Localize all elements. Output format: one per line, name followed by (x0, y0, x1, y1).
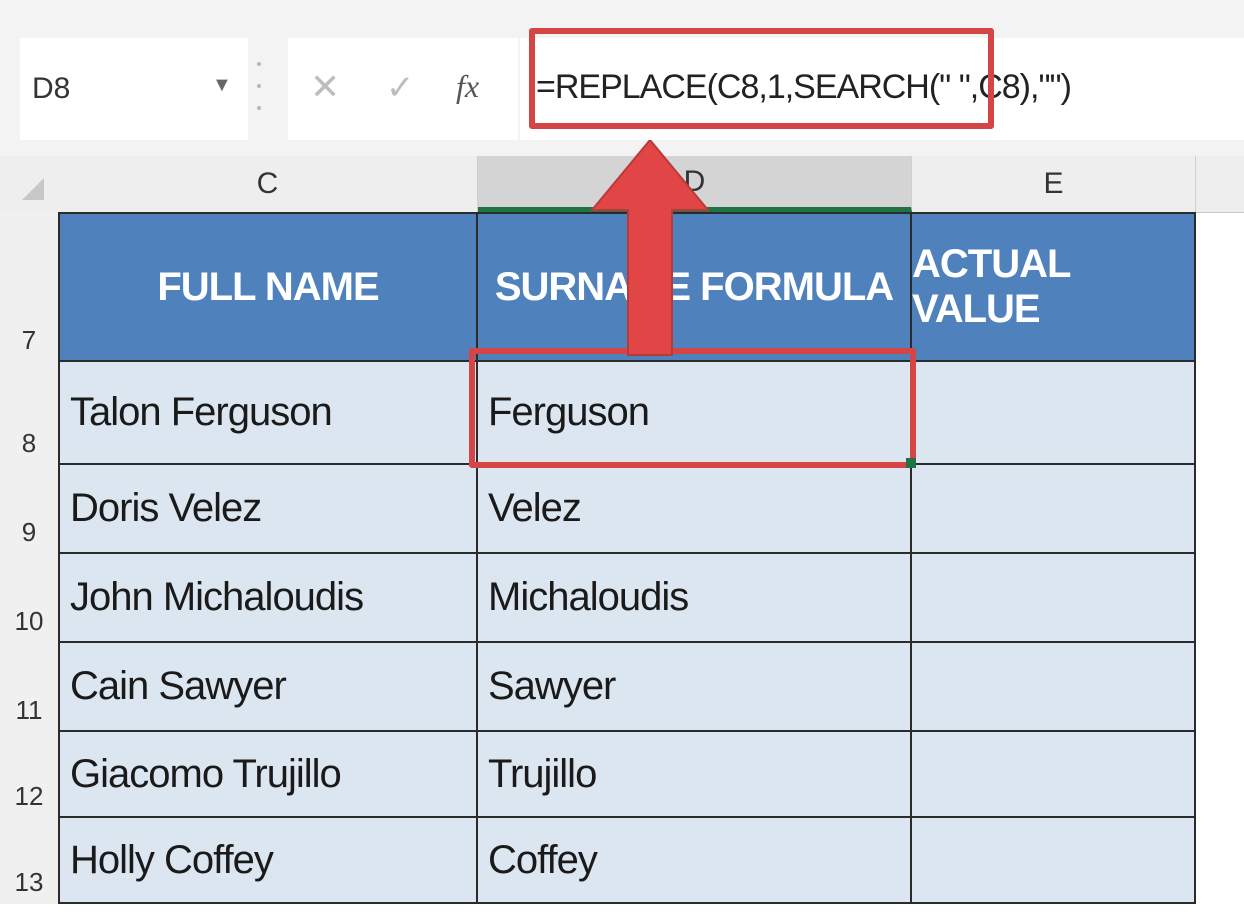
cell-c12[interactable]: Giacomo Trujillo (58, 732, 478, 818)
formula-buttons: ✕ ✓ fx (288, 38, 518, 140)
header-full-name[interactable]: FULL NAME (58, 212, 478, 362)
cell-e10[interactable] (912, 554, 1196, 643)
cell-d10[interactable]: Michaloudis (478, 554, 912, 643)
cell-d12[interactable]: Trujillo (478, 732, 912, 818)
header-actual-value[interactable]: ACTUAL VALUE (912, 212, 1196, 362)
grip-icon[interactable] (256, 62, 262, 110)
row-number-10[interactable]: 10 (0, 554, 58, 643)
column-header-e[interactable]: E (912, 156, 1196, 212)
row-number-13[interactable]: 13 (0, 818, 58, 904)
row-number-12[interactable]: 12 (0, 732, 58, 818)
check-icon[interactable]: ✓ (386, 68, 415, 108)
row-number-9[interactable]: 9 (0, 465, 58, 554)
chevron-down-icon[interactable]: ▼ (212, 74, 232, 97)
cell-d11[interactable]: Sawyer (478, 643, 912, 732)
select-all-corner[interactable] (22, 178, 44, 200)
cell-c8[interactable]: Talon Ferguson (58, 362, 478, 465)
cell-e9[interactable] (912, 465, 1196, 554)
arrow-up-icon (590, 140, 710, 356)
active-cell-highlight (469, 348, 916, 468)
cell-e11[interactable] (912, 643, 1196, 732)
cell-e12[interactable] (912, 732, 1196, 818)
cell-e13[interactable] (912, 818, 1196, 904)
name-box[interactable]: D8 ▼ (20, 38, 248, 140)
formula-highlight-box (529, 28, 994, 129)
cancel-icon[interactable]: ✕ (310, 66, 340, 108)
cell-c11[interactable]: Cain Sawyer (58, 643, 478, 732)
row-number-7[interactable]: 7 (0, 212, 58, 362)
row-number-11[interactable]: 11 (0, 643, 58, 732)
cell-d9[interactable]: Velez (478, 465, 912, 554)
column-header-c[interactable]: C (58, 156, 478, 212)
insert-function-icon[interactable]: fx (456, 68, 479, 105)
fill-handle[interactable] (906, 458, 916, 468)
cell-c10[interactable]: John Michaloudis (58, 554, 478, 643)
cell-c13[interactable]: Holly Coffey (58, 818, 478, 904)
cell-d13[interactable]: Coffey (478, 818, 912, 904)
row-number-8[interactable]: 8 (0, 362, 58, 465)
cell-e8[interactable] (912, 362, 1196, 465)
cell-c9[interactable]: Doris Velez (58, 465, 478, 554)
name-box-value: D8 (32, 72, 71, 105)
